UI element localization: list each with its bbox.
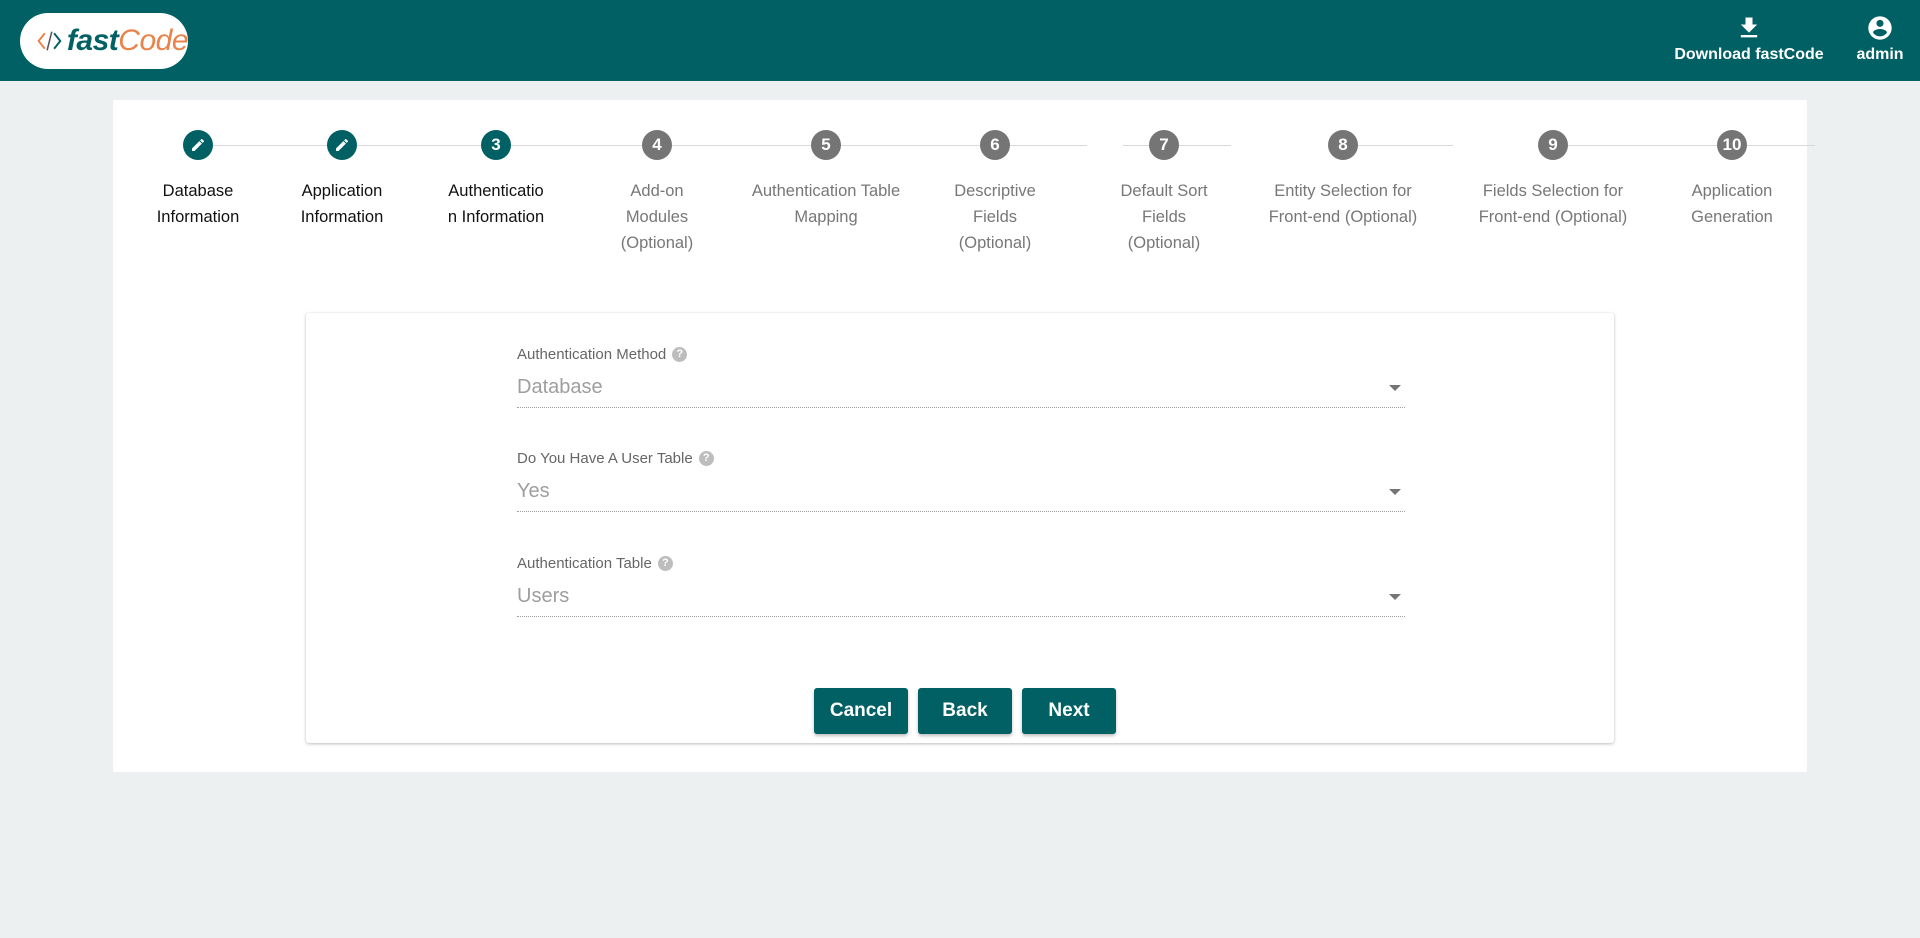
authentication-method-select[interactable]: Database	[517, 372, 1405, 408]
user-menu-button[interactable]: admin	[1852, 14, 1908, 70]
step-label: Authentication Table Mapping	[751, 182, 901, 226]
step-circle	[183, 130, 213, 160]
step-add-on-modules[interactable]: 4 Add-on Modules (Optional)	[572, 130, 742, 256]
step-authentication-information[interactable]: 3 Authenticatio n Information	[411, 130, 581, 230]
step-label: Application Generation	[1691, 182, 1773, 226]
account-circle-icon	[1868, 16, 1892, 40]
step-label: Default Sort Fields (Optional)	[1120, 182, 1208, 252]
dropdown-arrow-icon	[1389, 385, 1401, 391]
authentication-table-label: Authentication Table	[517, 554, 652, 572]
download-icon	[1740, 17, 1758, 38]
step-circle: 6	[980, 130, 1010, 160]
next-button[interactable]: Next	[1022, 688, 1116, 734]
step-default-sort-fields[interactable]: 7 Default Sort Fields (Optional)	[1079, 130, 1249, 256]
step-circle	[327, 130, 357, 160]
step-label: Database Information	[156, 182, 240, 226]
step-fields-selection[interactable]: 9 Fields Selection for Front-end (Option…	[1468, 130, 1638, 230]
step-circle: 9	[1538, 130, 1568, 160]
user-label: admin	[1856, 46, 1904, 63]
edit-pencil-icon	[192, 138, 205, 151]
user-table-field: Do You Have A User Table ? Yes	[517, 448, 1405, 512]
step-authentication-table-mapping[interactable]: 5 Authentication Table Mapping	[741, 130, 911, 230]
help-icon[interactable]: ?	[672, 346, 688, 362]
download-label: Download fastCode	[1674, 46, 1824, 63]
authentication-method-label: Authentication Method	[517, 345, 667, 363]
field-label: Authentication Method ?	[517, 344, 1405, 364]
dropdown-arrow-icon	[1389, 594, 1401, 600]
step-label: Fields Selection for Front-end (Optional…	[1478, 182, 1628, 226]
step-circle: 8	[1328, 130, 1358, 160]
step-circle: 3	[481, 130, 511, 160]
step-circle: 5	[811, 130, 841, 160]
authentication-table-select[interactable]: Users	[517, 581, 1405, 617]
step-label: Application Information	[300, 182, 384, 226]
select-value: Database	[517, 376, 603, 398]
authentication-table-field: Authentication Table ? Users	[517, 553, 1405, 617]
fastcode-logo[interactable]: fastCode	[20, 13, 188, 69]
user-table-label: Do You Have A User Table	[517, 449, 693, 467]
edit-pencil-icon	[336, 138, 349, 151]
step-circle: 4	[642, 130, 672, 160]
step-label: Entity Selection for Front-end (Optional…	[1268, 182, 1418, 226]
authentication-form: Authentication Method ? Database Do You …	[306, 313, 1614, 743]
select-value: Yes	[517, 480, 550, 502]
code-brackets-icon	[37, 31, 62, 51]
dropdown-arrow-icon	[1389, 489, 1401, 495]
back-button[interactable]: Back	[918, 688, 1012, 734]
authentication-method-field: Authentication Method ? Database	[517, 344, 1405, 408]
step-application-generation[interactable]: 10 Application Generation	[1647, 130, 1817, 230]
step-label: Descriptive Fields (Optional)	[954, 182, 1036, 252]
step-circle: 7	[1149, 130, 1179, 160]
cancel-button[interactable]: Cancel	[814, 688, 908, 734]
field-label: Do You Have A User Table ?	[517, 448, 1405, 468]
step-application-information[interactable]: Application Information	[257, 130, 427, 230]
step-label: Add-on Modules (Optional)	[620, 182, 694, 252]
logo-text: fastCode	[66, 24, 189, 57]
form-actions: Cancel Back Next	[306, 688, 1614, 734]
step-label: Authenticatio n Information	[447, 182, 545, 226]
step-descriptive-fields[interactable]: 6 Descriptive Fields (Optional)	[910, 130, 1080, 256]
select-value: Users	[517, 585, 570, 607]
field-label: Authentication Table ?	[517, 553, 1405, 573]
step-circle: 10	[1717, 130, 1747, 160]
download-fastcode-button[interactable]: Download fastCode	[1674, 14, 1824, 70]
help-icon[interactable]: ?	[657, 555, 673, 571]
step-entity-selection[interactable]: 8 Entity Selection for Front-end (Option…	[1258, 130, 1428, 230]
help-icon[interactable]: ?	[698, 450, 714, 466]
user-table-select[interactable]: Yes	[517, 476, 1405, 512]
app-header: fastCode Download fastCode admin	[0, 0, 1920, 81]
